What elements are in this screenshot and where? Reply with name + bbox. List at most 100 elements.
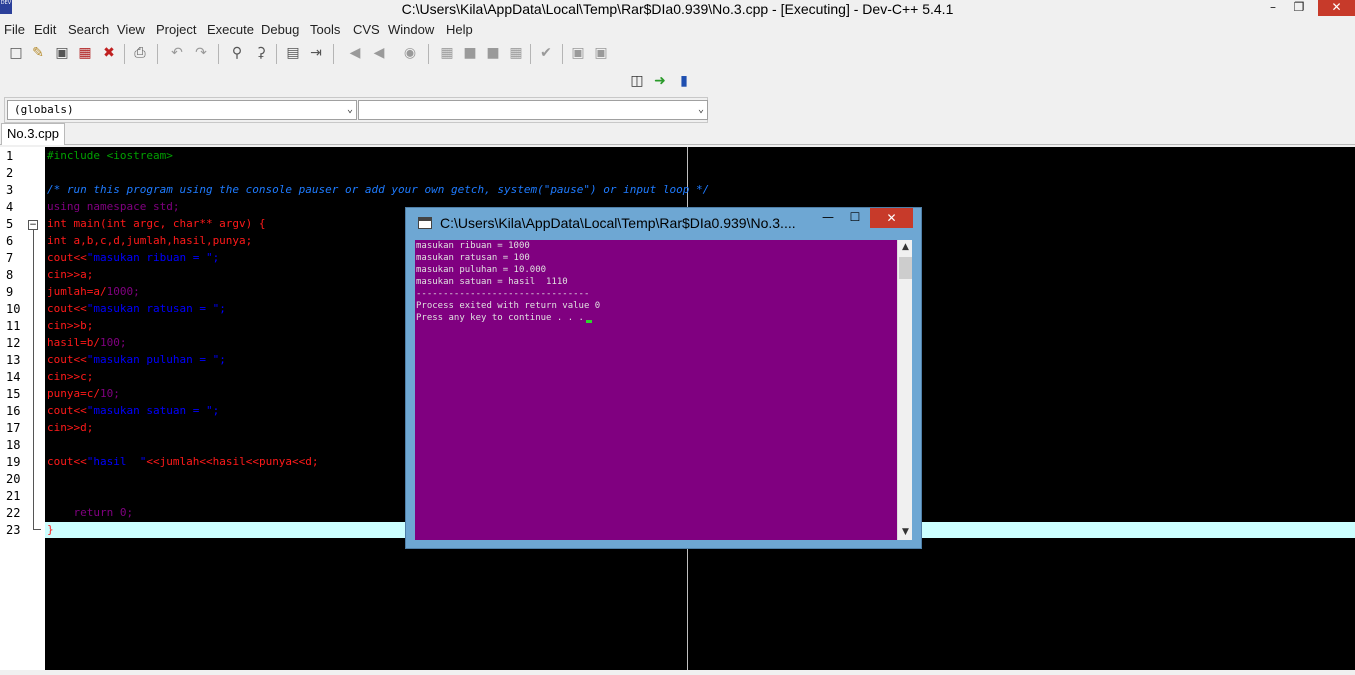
status-bar (0, 670, 1355, 675)
project-options-icon[interactable]: ▮ (675, 72, 693, 90)
compile-run-icon[interactable]: ■ (484, 44, 502, 62)
console-output[interactable]: masukan ribuan = 1000 masukan ratusan = … (415, 240, 897, 540)
maximize-button[interactable]: ❐ (1288, 0, 1310, 16)
line-number: 6 (6, 234, 14, 248)
line-number: 8 (6, 268, 14, 282)
line-number: 23 (6, 523, 21, 537)
scroll-down-icon[interactable]: ▼ (898, 525, 913, 540)
compile-icon[interactable]: ▦ (438, 44, 456, 62)
save-all-icon[interactable]: ▦ (76, 44, 94, 62)
code-token: jumlah=a/ (47, 285, 107, 298)
line-number: 10 (6, 302, 21, 316)
console-minimize-button[interactable]: — (816, 210, 840, 228)
menu-window[interactable]: Window (388, 22, 434, 37)
code-line-17: cin>>d; (47, 421, 94, 434)
file-tab-strip: No.3.cpp (0, 123, 1355, 145)
comment-icon[interactable]: ◀ (346, 44, 364, 62)
find-icon[interactable]: ⚲ (228, 44, 246, 62)
uncomment-icon[interactable]: ◀ (370, 44, 388, 62)
line-number: 7 (6, 251, 14, 265)
code-line-16: cout<<"masukan satuan = "; (47, 404, 219, 417)
redo-icon[interactable]: ↷ (192, 44, 210, 62)
line-number: 11 (6, 319, 21, 333)
menu-edit[interactable]: Edit (34, 22, 56, 37)
console-maximize-button[interactable]: ☐ (843, 210, 867, 228)
print-icon[interactable]: ⎙ (131, 44, 149, 62)
code-token: cout<< (47, 353, 87, 366)
line-number: 19 (6, 455, 21, 469)
console-app-icon (418, 217, 432, 229)
console-line: Process exited with return value 0 (416, 301, 601, 311)
console-window[interactable]: C:\Users\Kila\AppData\Local\Temp\Rar$DIa… (405, 207, 922, 549)
menu-search[interactable]: Search (68, 22, 109, 37)
line-number: 22 (6, 506, 21, 520)
code-token: <<jumlah<<hasil<<punya<<d; (146, 455, 319, 468)
save-icon[interactable]: ▣ (53, 44, 71, 62)
profile-icon[interactable]: ▣ (592, 44, 610, 62)
debug-icon[interactable]: ▣ (569, 44, 587, 62)
menu-file[interactable]: File (4, 22, 25, 37)
console-title: C:\Users\Kila\AppData\Local\Temp\Rar$DIa… (440, 215, 796, 231)
main-toolbar: □ ✎ ▣ ▦ ✖ ⎙ ↶ ↷ ⚲ ⚳ ▤ ⇥ ◀ ◀ ◉ ▦ ■ ■ ▦ ✔ … (0, 41, 640, 67)
scrollbar-thumb[interactable] (899, 257, 912, 279)
line-number: 13 (6, 353, 21, 367)
indent-icon[interactable]: ⇥ (307, 44, 325, 62)
code-line-9: jumlah=a/1000; (47, 285, 140, 298)
code-line-11: cin>>b; (47, 319, 94, 332)
globals-dropdown[interactable]: (globals) ⌄ (7, 100, 357, 120)
window-title: C:\Users\Kila\AppData\Local\Temp\Rar$DIa… (401, 1, 954, 17)
menu-help[interactable]: Help (446, 22, 473, 37)
close-file-icon[interactable]: ✖ (100, 44, 118, 62)
scope-bar: (globals) ⌄ ⌄ (4, 97, 708, 123)
add-project-icon[interactable]: ➜ (651, 72, 669, 90)
console-scrollbar[interactable]: ▲ ▼ (897, 240, 912, 540)
member-dropdown[interactable]: ⌄ (358, 100, 708, 120)
tab-no3-cpp[interactable]: No.3.cpp (1, 123, 66, 145)
console-prompt-text: Press any key to continue . . . (416, 313, 584, 323)
globals-dropdown-value: (globals) (14, 103, 74, 116)
line-number: 4 (6, 200, 14, 214)
line-number: 1 (6, 149, 14, 163)
fold-collapse-icon[interactable]: − (28, 220, 38, 230)
menu-view[interactable]: View (117, 22, 145, 37)
line-number: 18 (6, 438, 21, 452)
open-file-icon[interactable]: ✎ (29, 44, 47, 62)
code-token: cout<< (47, 302, 87, 315)
line-number: 5 (6, 217, 14, 231)
line-number: 21 (6, 489, 21, 503)
code-string: "masukan ribuan = "; (86, 251, 220, 264)
chevron-down-icon: ⌄ (697, 104, 704, 115)
class-browser-icon[interactable]: ◫ (628, 72, 646, 90)
code-string: "masukan ratusan = "; (86, 302, 226, 315)
line-number: 15 (6, 387, 21, 401)
code-string: "masukan satuan = "; (86, 404, 220, 417)
menu-cvs[interactable]: CVS (353, 22, 380, 37)
menu-execute[interactable]: Execute (207, 22, 254, 37)
goto-icon[interactable]: ▤ (284, 44, 302, 62)
menu-tools[interactable]: Tools (310, 22, 340, 37)
chevron-down-icon: ⌄ (346, 104, 353, 115)
console-prompt-line: Press any key to continue . . . (416, 313, 592, 323)
console-line: masukan ribuan = 1000 (416, 241, 530, 251)
check-icon[interactable]: ✔ (537, 44, 555, 62)
undo-icon[interactable]: ↶ (168, 44, 186, 62)
rebuild-icon[interactable]: ▦ (507, 44, 525, 62)
code-line-23: } (47, 523, 54, 536)
replace-icon[interactable]: ⚳ (252, 44, 270, 62)
code-line-6: int a,b,c,d,jumlah,hasil,punya; (47, 234, 253, 247)
class-toolbar: ◫ ➜ ▮ (620, 69, 700, 93)
run-icon[interactable]: ■ (461, 44, 479, 62)
console-close-button[interactable]: ✕ (870, 208, 913, 228)
scroll-up-icon[interactable]: ▲ (898, 240, 913, 255)
code-line-10: cout<<"masukan ratusan = "; (47, 302, 226, 315)
new-file-icon[interactable]: □ (7, 44, 25, 62)
console-line: masukan ratusan = 100 (416, 253, 530, 263)
close-button[interactable]: ✕ (1318, 0, 1355, 16)
line-number: 16 (6, 404, 21, 418)
menu-debug[interactable]: Debug (261, 22, 299, 37)
minimize-button[interactable]: – (1262, 0, 1284, 16)
stop-icon[interactable]: ◉ (401, 44, 419, 62)
menu-bar: File Edit Search View Project Execute De… (0, 20, 1355, 40)
menu-project[interactable]: Project (156, 22, 196, 37)
code-line-4: using namespace std; (47, 200, 180, 213)
